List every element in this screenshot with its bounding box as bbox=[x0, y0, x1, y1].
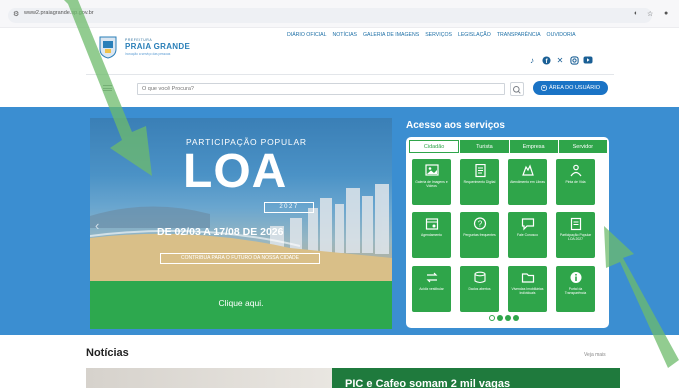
nav-galeria-imagens[interactable]: GALERIA DE IMAGENS bbox=[363, 32, 419, 38]
carousel-dot[interactable] bbox=[505, 315, 511, 321]
nav-servicos[interactable]: SERVIÇOS bbox=[425, 32, 452, 38]
service-tile[interactable]: Agendamento bbox=[412, 212, 451, 258]
service-tile[interactable]: Acidiz vestibular bbox=[412, 266, 451, 312]
x-icon[interactable]: ✕ bbox=[555, 55, 565, 65]
star-icon[interactable]: ☆ bbox=[647, 10, 653, 18]
info-icon bbox=[570, 272, 581, 283]
service-tile-label: Dados abertos bbox=[468, 287, 491, 291]
service-tile[interactable]: Vivendas Imobiliárias Individuais bbox=[508, 266, 547, 312]
banner-cta-link[interactable]: Clique aqui. bbox=[90, 298, 392, 308]
tiktok-icon[interactable]: ♪ bbox=[527, 55, 537, 65]
tab-turista[interactable]: Turista bbox=[460, 140, 509, 153]
news-see-more-link[interactable]: Veja mais bbox=[584, 352, 606, 358]
news-section-title: Notícias bbox=[86, 347, 129, 359]
service-tile-label: Perguntas frequentes bbox=[463, 233, 496, 237]
news-image[interactable] bbox=[86, 368, 332, 388]
service-tile-label: Acidiz vestibular bbox=[419, 287, 444, 291]
service-tile[interactable]: Atendimento em Libras bbox=[508, 159, 547, 205]
service-tile-label: Atendimento em Libras bbox=[510, 180, 545, 184]
carousel-dot[interactable] bbox=[513, 315, 519, 321]
document-icon bbox=[474, 164, 486, 178]
service-tile-label: Participação Popular LOA 2027 bbox=[559, 233, 592, 242]
user-area-label: ÁREA DO USUÁRIO bbox=[548, 85, 601, 91]
logo-slogan: Inovação a serviço das pessoas bbox=[125, 52, 171, 56]
folder-icon bbox=[521, 273, 534, 283]
service-tile-label: Fale Conosco bbox=[517, 233, 538, 237]
image-icon bbox=[424, 164, 439, 176]
banner-tagline: CONTRIBUA PARA O FUTURO DA NOSSA CIDADE bbox=[160, 253, 320, 264]
user-icon bbox=[540, 85, 547, 91]
service-tile[interactable]: Fale Conosco bbox=[508, 212, 547, 258]
hamburger-menu-icon[interactable] bbox=[103, 84, 112, 92]
question-icon: ? bbox=[473, 217, 486, 230]
logo-title[interactable]: PRAIA GRANDE bbox=[125, 42, 190, 51]
service-tile[interactable]: Portal da Transparência bbox=[556, 266, 595, 312]
database-icon bbox=[473, 271, 486, 284]
calendar-icon bbox=[425, 218, 438, 230]
service-tile[interactable]: Participação Popular LOA 2027 bbox=[556, 212, 595, 258]
banner-dates: DE 02/03 A 17/08 DE 2026 bbox=[157, 226, 284, 238]
clipboard-icon bbox=[570, 217, 581, 231]
nav-diario-oficial[interactable]: DIÁRIO OFICIAL bbox=[287, 32, 327, 38]
hide-icon[interactable]: ◐ bbox=[634, 10, 638, 17]
service-tile[interactable]: Requerimento Digital bbox=[460, 159, 499, 205]
url-text[interactable]: www2.praiagrande.sp.gov.br bbox=[24, 10, 94, 16]
carousel-dots bbox=[489, 315, 519, 321]
svg-text:?: ? bbox=[477, 220, 482, 229]
nav-legislacao[interactable]: LEGISLAÇÃO bbox=[458, 32, 491, 38]
carousel-prev-icon[interactable]: ‹ bbox=[95, 218, 99, 233]
youtube-icon[interactable] bbox=[583, 55, 593, 65]
services-tabs: Cidadão Turista Empresa Servidor bbox=[409, 140, 608, 154]
search-input[interactable] bbox=[137, 83, 505, 95]
carousel-dot[interactable] bbox=[497, 315, 503, 321]
service-tile-label: Galeria de Imagens e Vídeos bbox=[415, 180, 448, 189]
banner-year: 2027 bbox=[264, 202, 314, 213]
nav-transparencia[interactable]: TRANSPARÊNCIA bbox=[497, 32, 541, 38]
hands-icon bbox=[521, 164, 534, 176]
service-tile-label: Agendamento bbox=[420, 233, 443, 237]
services-title: Acesso aos serviços bbox=[406, 120, 505, 131]
service-tile-label: Vivendas Imobiliárias Individuais bbox=[511, 287, 544, 296]
site-info-icon[interactable]: ⚙ bbox=[13, 10, 19, 18]
service-tile-label: Portal da Transparência bbox=[564, 287, 587, 296]
facebook-icon[interactable]: f bbox=[541, 55, 551, 65]
address-bar[interactable] bbox=[8, 8, 652, 23]
service-tile[interactable]: Dados abertos bbox=[460, 266, 499, 312]
tab-servidor[interactable]: Servidor bbox=[558, 140, 607, 153]
chat-icon bbox=[521, 218, 534, 231]
service-tile[interactable]: ? Perguntas frequentes bbox=[460, 212, 499, 258]
profile-icon[interactable]: ● bbox=[664, 10, 668, 17]
news-headline[interactable]: PIC e Cafeo somam 2 mil vagas bbox=[345, 378, 510, 390]
service-tile[interactable]: Galeria de Imagens e Vídeos bbox=[412, 159, 451, 205]
service-tile-label: Pinta de Vida bbox=[565, 180, 586, 184]
banner-title: LOA bbox=[183, 145, 288, 198]
social-links: ♪ f ✕ bbox=[527, 55, 593, 65]
person-icon bbox=[570, 164, 581, 177]
nav-ouvidoria[interactable]: OUVIDORIA bbox=[547, 32, 576, 38]
exchange-icon bbox=[426, 272, 437, 283]
instagram-icon[interactable] bbox=[569, 55, 579, 65]
service-tile[interactable]: Pinta de Vida bbox=[556, 159, 595, 205]
nav-noticias[interactable]: NOTÍCIAS bbox=[333, 32, 358, 38]
header-divider bbox=[86, 74, 614, 75]
search-button[interactable] bbox=[510, 82, 524, 96]
tab-cidadao[interactable]: Cidadão bbox=[409, 140, 460, 153]
search-icon bbox=[513, 86, 521, 94]
city-emblem-icon[interactable] bbox=[98, 35, 118, 59]
tab-empresa[interactable]: Empresa bbox=[509, 140, 558, 153]
user-area-button[interactable]: ÁREA DO USUÁRIO bbox=[533, 81, 608, 95]
service-tile-label: Requerimento Digital bbox=[463, 180, 496, 184]
carousel-dot[interactable] bbox=[489, 315, 495, 321]
top-navigation: DIÁRIO OFICIAL NOTÍCIAS GALERIA DE IMAGE… bbox=[287, 32, 576, 38]
